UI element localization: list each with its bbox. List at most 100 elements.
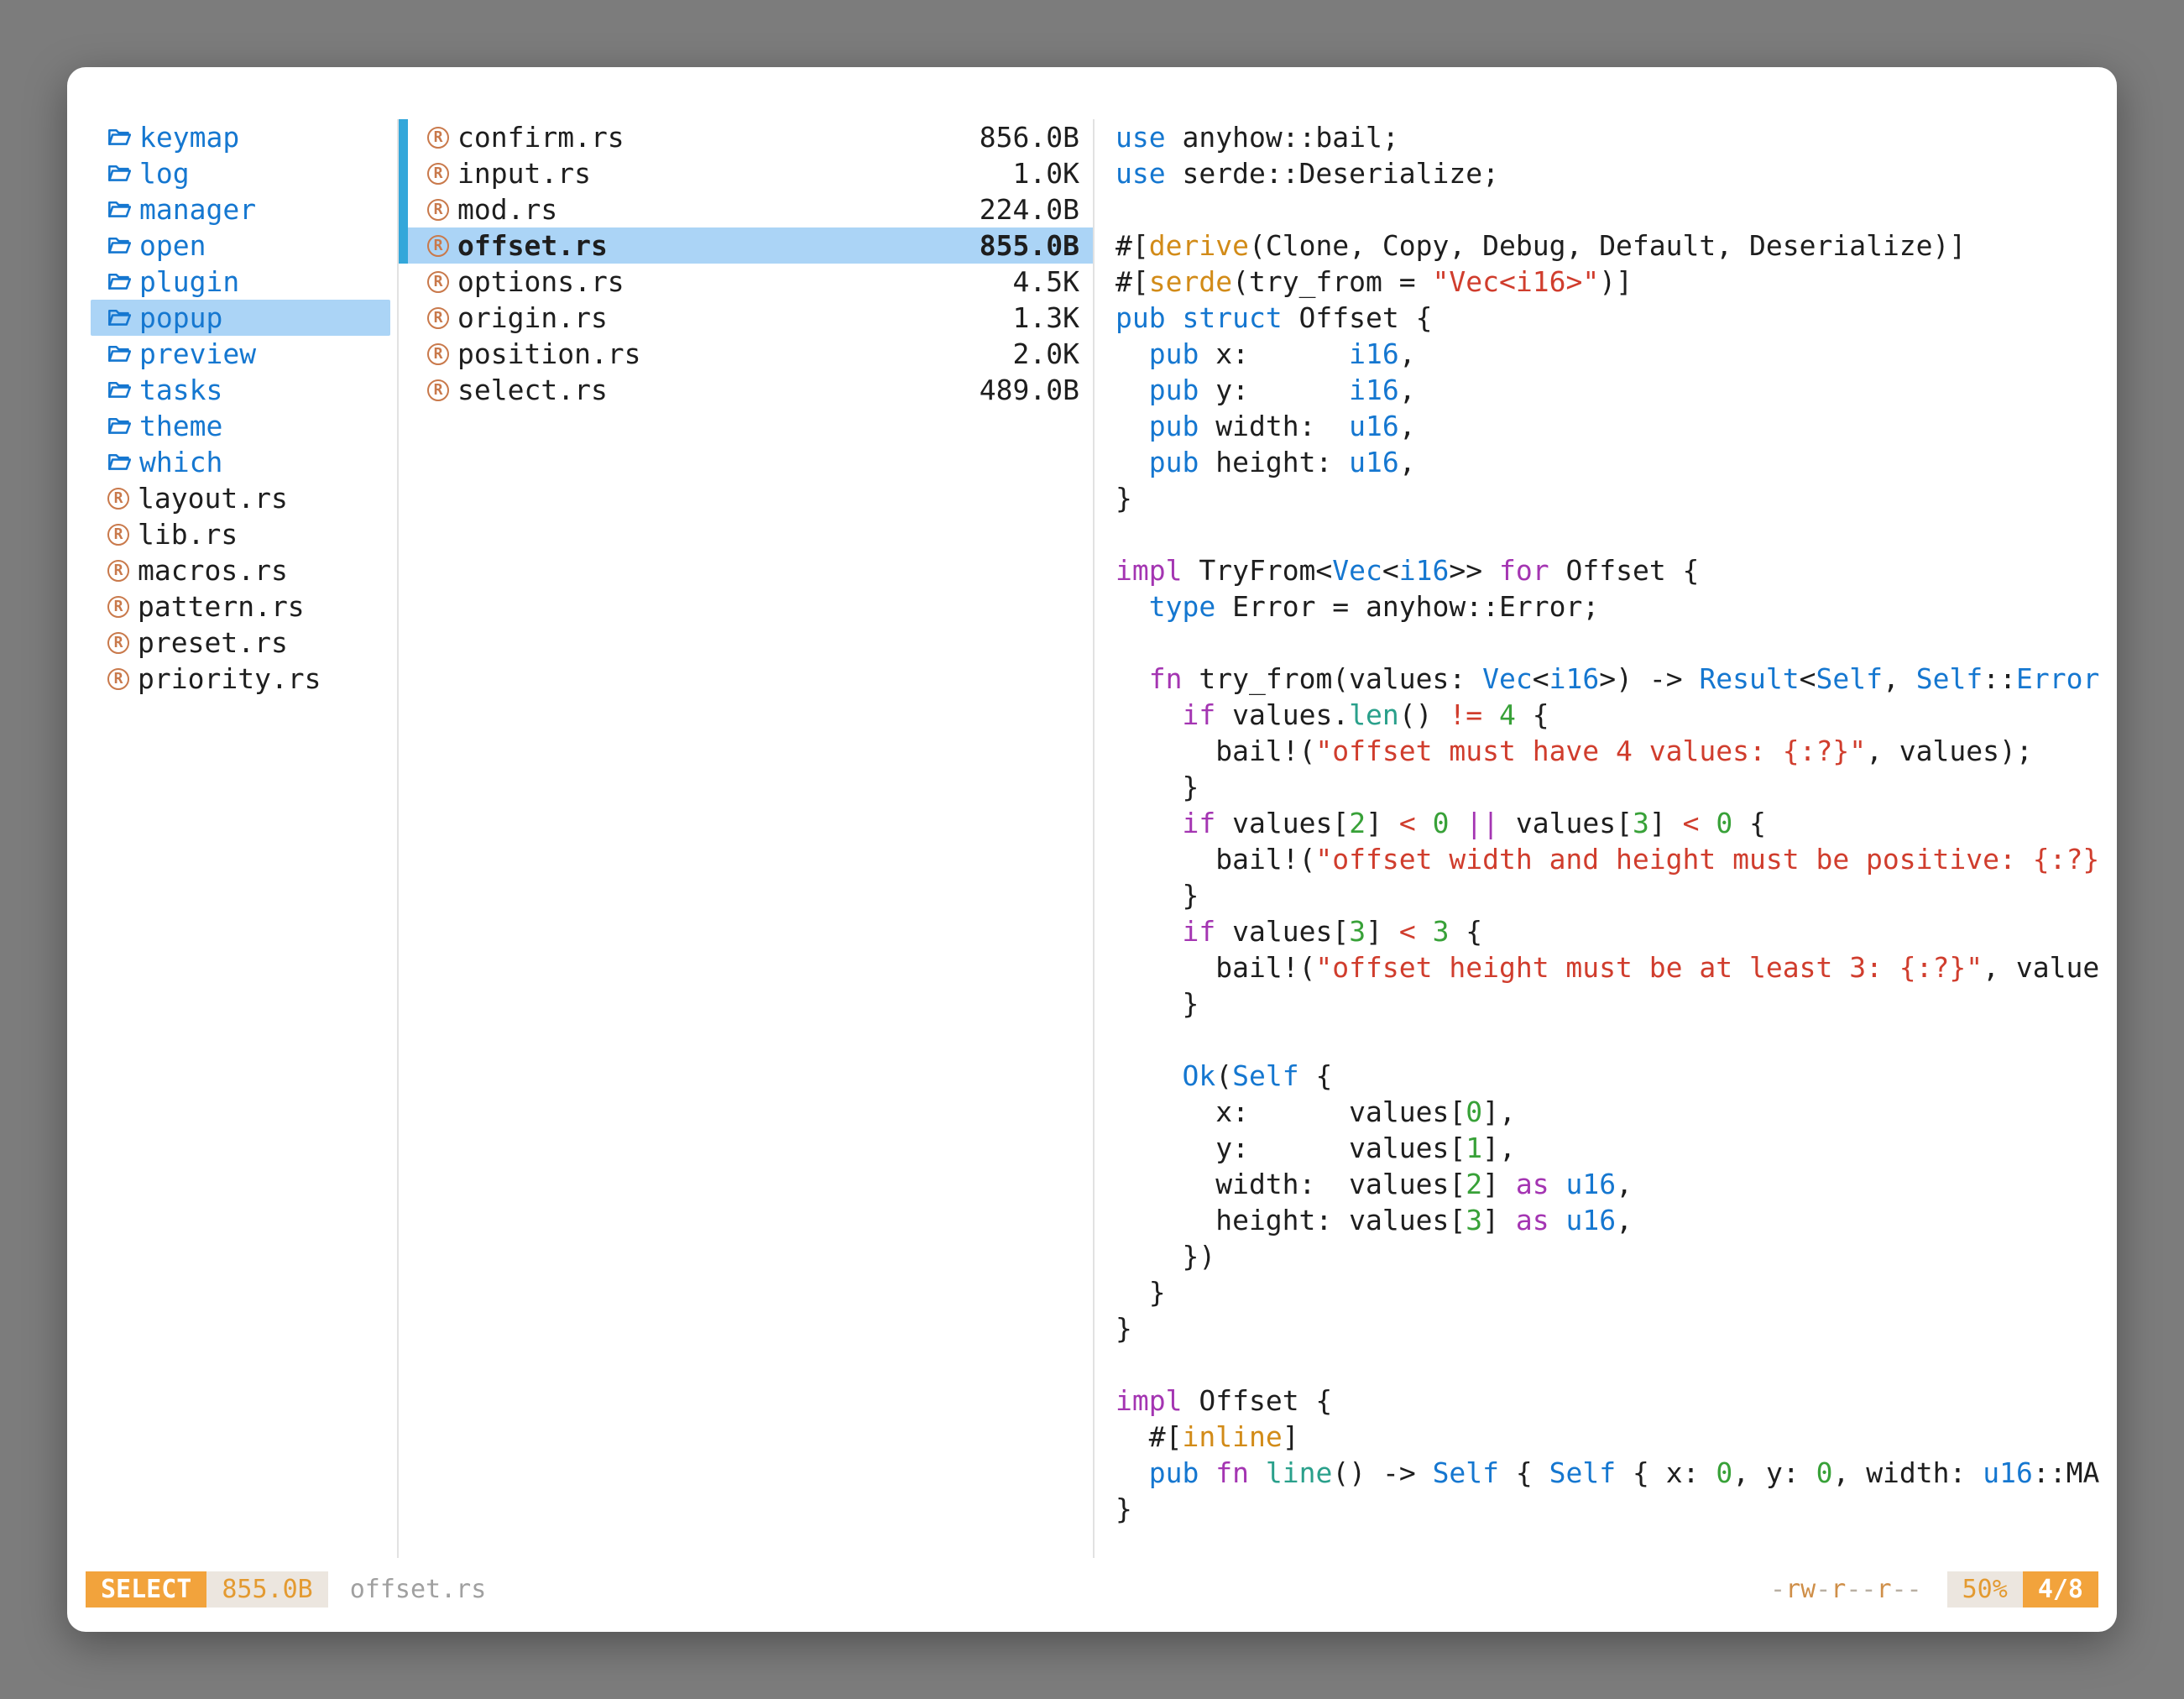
file-size: 855.0B xyxy=(980,229,1079,262)
code-line: #[inline] xyxy=(1116,1419,2117,1455)
folder-item-popup[interactable]: popup xyxy=(91,300,390,336)
folder-item-keymap[interactable]: keymap xyxy=(91,119,390,155)
rust-file-icon: R xyxy=(107,524,129,546)
code-line: impl TryFrom<Vec<i16>> for Offset { xyxy=(1116,552,2117,588)
code-line: } xyxy=(1116,985,2117,1022)
code-line: if values.len() != 4 { xyxy=(1116,697,2117,733)
file-item-mod.rs[interactable]: Rmod.rs224.0B xyxy=(399,191,1093,227)
file-name: select.rs xyxy=(457,374,608,406)
file-label: pattern.rs xyxy=(138,590,305,623)
file-size: 856.0B xyxy=(980,121,1079,154)
status-bar-left: SELECT 855.0B offset.rs xyxy=(86,1571,1770,1608)
rust-file-icon: R xyxy=(427,235,449,257)
code-line: pub height: u16, xyxy=(1116,444,2117,480)
file-item-offset.rs[interactable]: Roffset.rs 855.0B xyxy=(399,227,1093,264)
file-item-options.rs[interactable]: Roptions.rs4.5K xyxy=(399,264,1093,300)
file-label: preset.rs xyxy=(138,626,288,659)
file-size: 1.0K xyxy=(1013,157,1079,190)
preview-pane: use anyhow::bail;use serde::Deserialize;… xyxy=(1095,119,2117,1558)
file-item-layout.rs[interactable]: Rlayout.rs xyxy=(91,480,390,516)
folder-icon xyxy=(107,164,131,184)
file-item-macros.rs[interactable]: Rmacros.rs xyxy=(91,552,390,588)
file-item-origin.rs[interactable]: Rorigin.rs 1.3K xyxy=(399,300,1093,336)
file-label: layout.rs xyxy=(138,482,288,515)
rust-file-icon: R xyxy=(427,163,449,185)
rust-file-icon: R xyxy=(107,488,129,510)
folder-label: preview xyxy=(139,337,256,370)
code-line: } xyxy=(1116,1491,2117,1527)
file-name: input.rs xyxy=(457,157,591,190)
code-line: if values[3] < 3 { xyxy=(1116,913,2117,949)
folder-item-which[interactable]: which xyxy=(91,444,390,480)
code-line: impl Offset { xyxy=(1116,1383,2117,1419)
folder-icon xyxy=(107,236,131,256)
file-size: 4.5K xyxy=(1013,265,1079,298)
code-line: pub x: i16, xyxy=(1116,336,2117,372)
folder-label: open xyxy=(139,229,206,262)
folder-icon xyxy=(107,308,131,328)
file-label: priority.rs xyxy=(138,662,321,695)
status-bar: SELECT 855.0B offset.rs -rw-r--r-- 50% 4… xyxy=(67,1558,2117,1632)
status-filename: offset.rs xyxy=(350,1575,487,1604)
file-item-input.rs[interactable]: Rinput.rs 1.0K xyxy=(399,155,1093,191)
file-size: 1.3K xyxy=(1013,301,1079,334)
code-line: pub width: u16, xyxy=(1116,408,2117,444)
code-line: use anyhow::bail; xyxy=(1116,119,2117,155)
folder-item-manager[interactable]: manager xyxy=(91,191,390,227)
folder-item-preview[interactable]: preview xyxy=(91,336,390,372)
file-item-position.rs[interactable]: Rposition.rs 2.0K xyxy=(399,336,1093,372)
code-line: #[derive(Clone, Copy, Debug, Default, De… xyxy=(1116,227,2117,264)
folder-icon xyxy=(107,416,131,437)
code-line: pub y: i16, xyxy=(1116,372,2117,408)
file-name: confirm.rs xyxy=(457,121,624,154)
rust-file-icon: R xyxy=(427,343,449,365)
file-name: position.rs xyxy=(457,337,641,370)
code-line: if values[2] < 0 || values[3] < 0 { xyxy=(1116,805,2117,841)
file-item-pattern.rs[interactable]: Rpattern.rs xyxy=(91,588,390,625)
file-item-priority.rs[interactable]: Rpriority.rs xyxy=(91,661,390,697)
parent-pane: keymaplogmanageropenpluginpopuppreview ta… xyxy=(67,119,397,1558)
code-line: type Error = anyhow::Error; xyxy=(1116,588,2117,625)
file-size-badge: 855.0B xyxy=(206,1571,327,1608)
folder-label: tasks xyxy=(139,374,222,406)
folder-item-log[interactable]: log xyxy=(91,155,390,191)
code-line: } xyxy=(1116,877,2117,913)
file-name: offset.rs xyxy=(457,229,608,262)
file-label: lib.rs xyxy=(138,518,238,551)
folder-icon xyxy=(107,452,131,473)
file-permissions: -rw-r--r-- xyxy=(1770,1575,1922,1604)
rust-file-icon: R xyxy=(427,199,449,221)
scroll-percent-badge: 50% xyxy=(1947,1571,2023,1608)
file-item-select.rs[interactable]: Rselect.rs 489.0B xyxy=(399,372,1093,408)
file-size: 2.0K xyxy=(1013,337,1079,370)
rust-file-icon: R xyxy=(427,271,449,293)
file-item-preset.rs[interactable]: Rpreset.rs xyxy=(91,625,390,661)
folder-item-open[interactable]: open xyxy=(91,227,390,264)
rust-file-icon: R xyxy=(427,307,449,329)
rust-file-icon: R xyxy=(427,127,449,149)
code-line: height: values[3] as u16, xyxy=(1116,1202,2117,1238)
folder-icon xyxy=(107,272,131,292)
code-line xyxy=(1116,191,2117,227)
rust-file-icon: R xyxy=(107,596,129,618)
file-item-lib.rs[interactable]: Rlib.rs xyxy=(91,516,390,552)
file-item-confirm.rs[interactable]: Rconfirm.rs 856.0B xyxy=(399,119,1093,155)
code-line: use serde::Deserialize; xyxy=(1116,155,2117,191)
code-line: } xyxy=(1116,1310,2117,1346)
folder-label: theme xyxy=(139,410,222,442)
folder-item-plugin[interactable]: plugin xyxy=(91,264,390,300)
mode-badge: SELECT xyxy=(86,1571,206,1608)
code-line: } xyxy=(1116,1274,2117,1310)
folder-item-tasks[interactable]: tasks xyxy=(91,372,390,408)
code-line xyxy=(1116,625,2117,661)
file-label: macros.rs xyxy=(138,554,288,587)
code-line: fn try_from(values: Vec<i16>) -> Result<… xyxy=(1116,661,2117,697)
code-line xyxy=(1116,1346,2117,1383)
file-name: origin.rs xyxy=(457,301,608,334)
file-size: 489.0B xyxy=(980,374,1079,406)
rust-file-icon: R xyxy=(427,379,449,401)
folder-item-theme[interactable]: theme xyxy=(91,408,390,444)
folder-icon xyxy=(107,380,131,400)
folder-icon xyxy=(107,344,131,364)
code-line: bail!("offset must have 4 values: {:?}",… xyxy=(1116,733,2117,769)
